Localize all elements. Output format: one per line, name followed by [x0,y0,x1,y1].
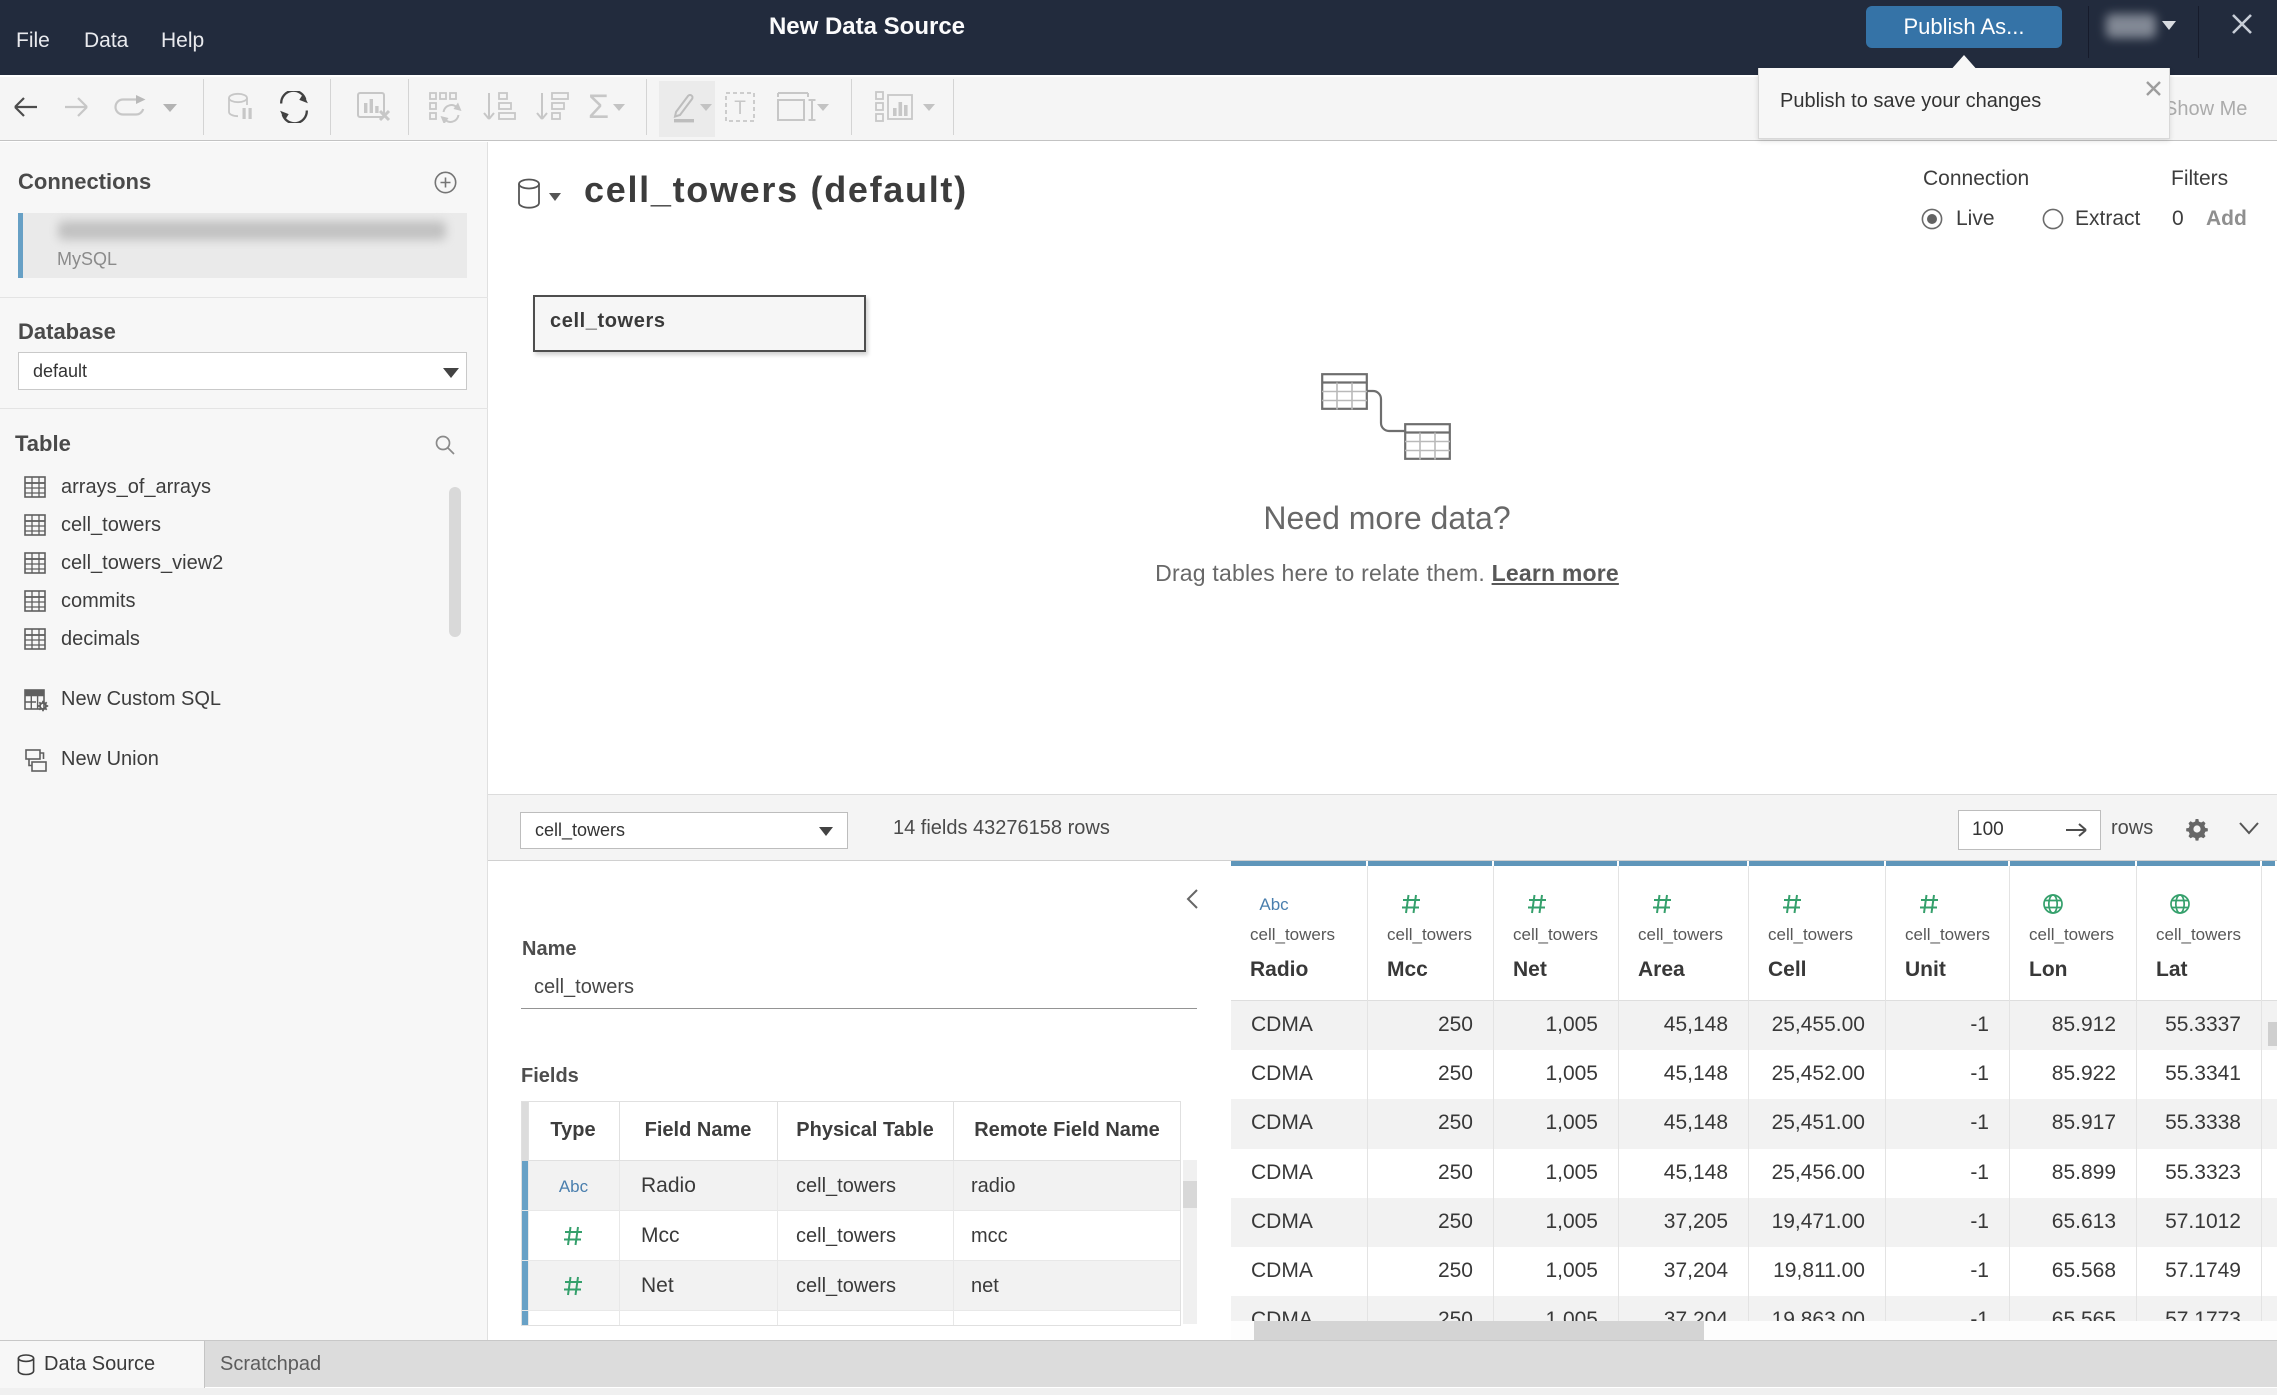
svg-text:T: T [734,98,746,119]
